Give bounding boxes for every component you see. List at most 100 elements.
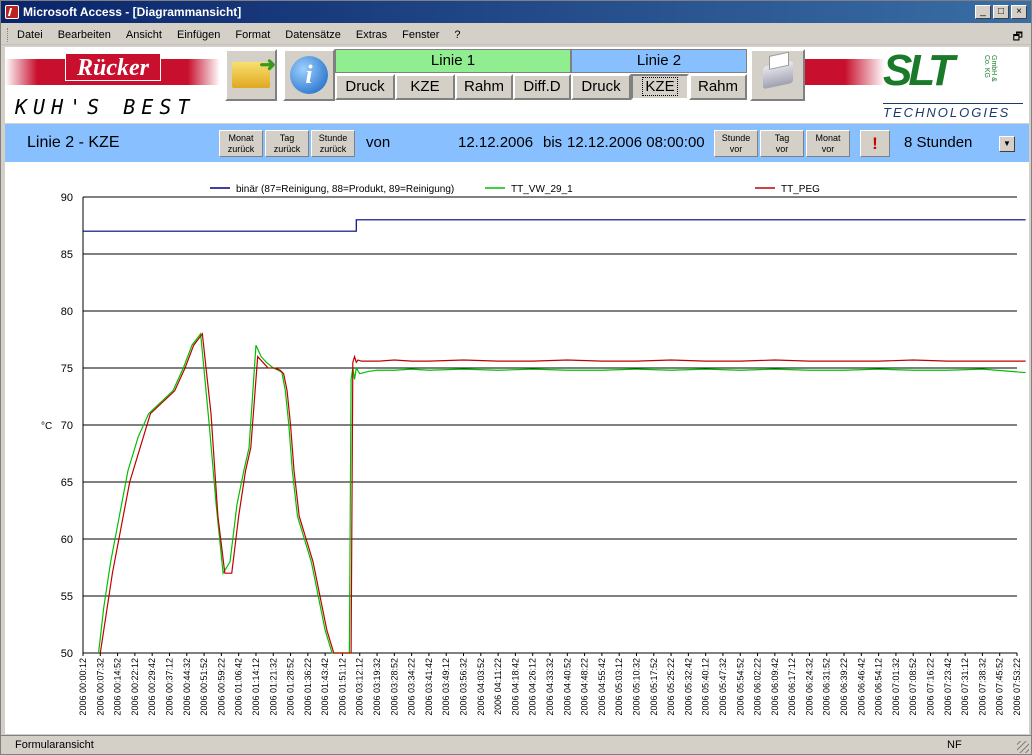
window-title: Microsoft Access - [Diagrammansicht]	[23, 5, 242, 19]
tag-zurueck-button[interactable]: Tag zurück	[265, 130, 309, 157]
menu-bar: Datei Bearbeiten Ansicht Einfügen Format…	[1, 25, 1031, 45]
menu-grip-icon	[7, 27, 11, 42]
menu-fenster[interactable]: Fenster	[402, 29, 439, 41]
tag-vor-label2: vor	[775, 144, 789, 154]
linie1-diffd-button[interactable]: Diff.D	[513, 74, 571, 100]
menu-datensaetze[interactable]: Datensätze	[285, 29, 341, 41]
chevron-down-icon[interactable]: ▼	[999, 136, 1015, 152]
x-tick-label: 2006 03:34:22	[407, 658, 417, 716]
x-tick-label: 2006 01:28:52	[286, 658, 296, 716]
linie2-header: Linie 2	[571, 49, 747, 73]
minimize-button[interactable]: _	[975, 5, 991, 19]
stunde-zurueck-button[interactable]: Stunde zurück	[311, 130, 355, 157]
range-select[interactable]: 8 Stunden	[904, 134, 972, 151]
x-tick-label: 2006 00:00:12	[78, 658, 88, 716]
x-tick-label: 2006 06:09:42	[770, 658, 780, 716]
restore-icon[interactable]: 🗗	[1013, 28, 1023, 47]
technologies-logo: TECHNOLOGIES	[883, 103, 1023, 120]
linie1-kze-button[interactable]: KZE	[395, 74, 455, 100]
x-tick-label: 2006 00:44:32	[182, 658, 192, 716]
x-tick-label: 2006 07:01:32	[891, 658, 901, 716]
x-tick-label: 2006 04:03:52	[476, 658, 486, 716]
menu-einfuegen[interactable]: Einfügen	[177, 29, 220, 41]
menu-ansicht[interactable]: Ansicht	[126, 29, 162, 41]
tag-vor-button[interactable]: Tag vor	[760, 130, 804, 157]
y-tick-label: 55	[61, 591, 73, 603]
monat-vor-label2: vor	[821, 144, 835, 154]
status-bar: Formularansicht NF	[1, 735, 1031, 754]
menu-help[interactable]: ?	[454, 29, 460, 41]
x-tick-label: 2006 06:31:52	[822, 658, 832, 716]
monat-vor-button[interactable]: Monat vor	[806, 130, 850, 157]
printer-icon	[762, 60, 793, 90]
y-tick-label: 65	[61, 477, 73, 489]
close-button[interactable]: ×	[1011, 5, 1027, 19]
monat-zurueck-button[interactable]: Monat zurück	[219, 130, 263, 157]
kuhs-best-logo: KUH'S BEST	[15, 95, 196, 119]
folder-icon: ➜	[232, 54, 276, 88]
open-folder-button[interactable]: ➜	[225, 49, 277, 101]
title-bar[interactable]: Microsoft Access - [Diagrammansicht] _ □…	[1, 1, 1031, 23]
x-tick-label: 2006 01:43:42	[320, 658, 330, 716]
maximize-button[interactable]: □	[993, 5, 1009, 19]
y-tick-label: 85	[61, 249, 73, 261]
linie1-rahm-button[interactable]: Rahm	[455, 74, 513, 100]
stunde-zurueck-label2: zurück	[319, 144, 347, 154]
menu-bearbeiten[interactable]: Bearbeiten	[58, 29, 111, 41]
monat-zurueck-label2: zurück	[227, 144, 255, 154]
bis-label: bis	[543, 134, 563, 151]
linie2-druck-button[interactable]: Druck	[571, 74, 631, 100]
slt-gmbh-text: GmbH & Co. KG	[983, 55, 997, 82]
x-tick-label: 2006 05:47:32	[718, 658, 728, 716]
x-tick-label: 2006 03:41:42	[424, 658, 434, 716]
from-date[interactable]: 12.12.2006	[458, 134, 533, 151]
status-view: Formularansicht	[15, 739, 94, 751]
x-tick-label: 2006 05:40:12	[701, 658, 711, 716]
resize-grip-icon[interactable]	[1017, 741, 1029, 753]
temperature-chart: 50 55 60 65 70 75 80 85 90 °C 2006 00:00:12 2006 00…	[41, 184, 1026, 716]
info-button[interactable]: i	[283, 49, 335, 101]
menu-extras[interactable]: Extras	[356, 29, 387, 41]
header-toolbar: Rücker KUH'S BEST ➜ i Linie 1 Druck KZE …	[5, 47, 1029, 123]
x-tick-label: 2006 00:59:22	[216, 658, 226, 716]
x-tick-label: 2006 06:24:32	[804, 658, 814, 716]
x-tick-label: 2006 07:16:22	[926, 658, 936, 716]
status-nf: NF	[947, 739, 962, 751]
access-app-icon[interactable]	[5, 5, 19, 19]
tag-zurueck-label1: Tag	[279, 133, 295, 143]
x-tick-label: 2006 07:08:52	[908, 658, 918, 716]
info-icon: i	[290, 56, 328, 94]
x-tick-label: 2006 04:40:52	[562, 658, 572, 716]
to-date[interactable]: 12.12.2006 08:00:00	[567, 134, 705, 151]
linie2-kze-button[interactable]: KZE	[631, 74, 689, 100]
stunde-vor-button[interactable]: Stunde vor	[714, 130, 758, 157]
von-label: von	[366, 134, 391, 151]
series-line	[83, 219, 1026, 232]
x-tick-label: 2006 07:23:42	[943, 658, 953, 716]
linie2-rahm-button[interactable]: Rahm	[689, 74, 747, 100]
legend-label: binär (87=Reinigung, 88=Produkt, 89=Rein…	[236, 184, 454, 195]
x-tick-label: 2006 04:18:42	[510, 658, 520, 716]
x-tick-label: 2006 03:19:32	[372, 658, 382, 716]
x-tick-label: 2006 05:03:12	[614, 658, 624, 716]
menu-datei[interactable]: Datei	[17, 29, 43, 41]
x-tick-label: 2006 04:48:22	[580, 658, 590, 716]
x-tick-label: 2006 04:33:32	[545, 658, 555, 716]
y-tick-label: 50	[61, 648, 73, 660]
alert-button[interactable]: !	[860, 130, 890, 157]
stunde-zurueck-label1: Stunde	[318, 133, 348, 143]
x-tick-label: 2006 05:17:52	[649, 658, 659, 716]
x-tick-label: 2006 06:46:42	[856, 658, 866, 716]
x-tick-label: 2006 06:17:12	[787, 658, 797, 716]
monat-vor-label1: Monat	[815, 133, 841, 143]
y-tick-label: 60	[61, 534, 73, 546]
x-tick-label: 2006 01:51:12	[337, 658, 347, 716]
legend-label: TT_PEG	[781, 184, 820, 195]
print-button[interactable]	[750, 49, 805, 101]
menu-format[interactable]: Format	[235, 29, 270, 41]
y-tick-label: 75	[61, 363, 73, 375]
x-tick-label: 2006 05:32:42	[683, 658, 693, 716]
chart-area: 50 55 60 65 70 75 80 85 90 °C 2006 00:00:12 2006 00…	[5, 162, 1029, 734]
x-tick-label: 2006 01:06:42	[234, 658, 244, 716]
linie1-druck-button[interactable]: Druck	[335, 74, 395, 100]
